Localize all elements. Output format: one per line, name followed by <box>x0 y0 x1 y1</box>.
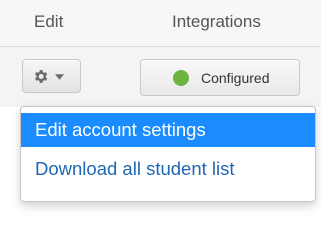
settings-dropdown-menu: Edit account settings Download all stude… <box>20 106 316 202</box>
menu-item-edit-account-settings[interactable]: Edit account settings <box>21 113 315 147</box>
chevron-down-icon <box>55 74 64 80</box>
column-header-edit: Edit <box>34 12 64 31</box>
menu-item-download-student-list[interactable]: Download all student list <box>21 152 315 186</box>
settings-dropdown-button[interactable] <box>22 59 81 93</box>
gear-icon <box>35 70 48 83</box>
table-header: Edit Integrations <box>0 0 321 47</box>
integration-status-label: Configured <box>201 70 270 86</box>
integration-configured-button[interactable]: Configured <box>140 59 300 96</box>
column-header-integrations: Integrations <box>172 12 261 31</box>
status-indicator-dot <box>173 70 189 86</box>
